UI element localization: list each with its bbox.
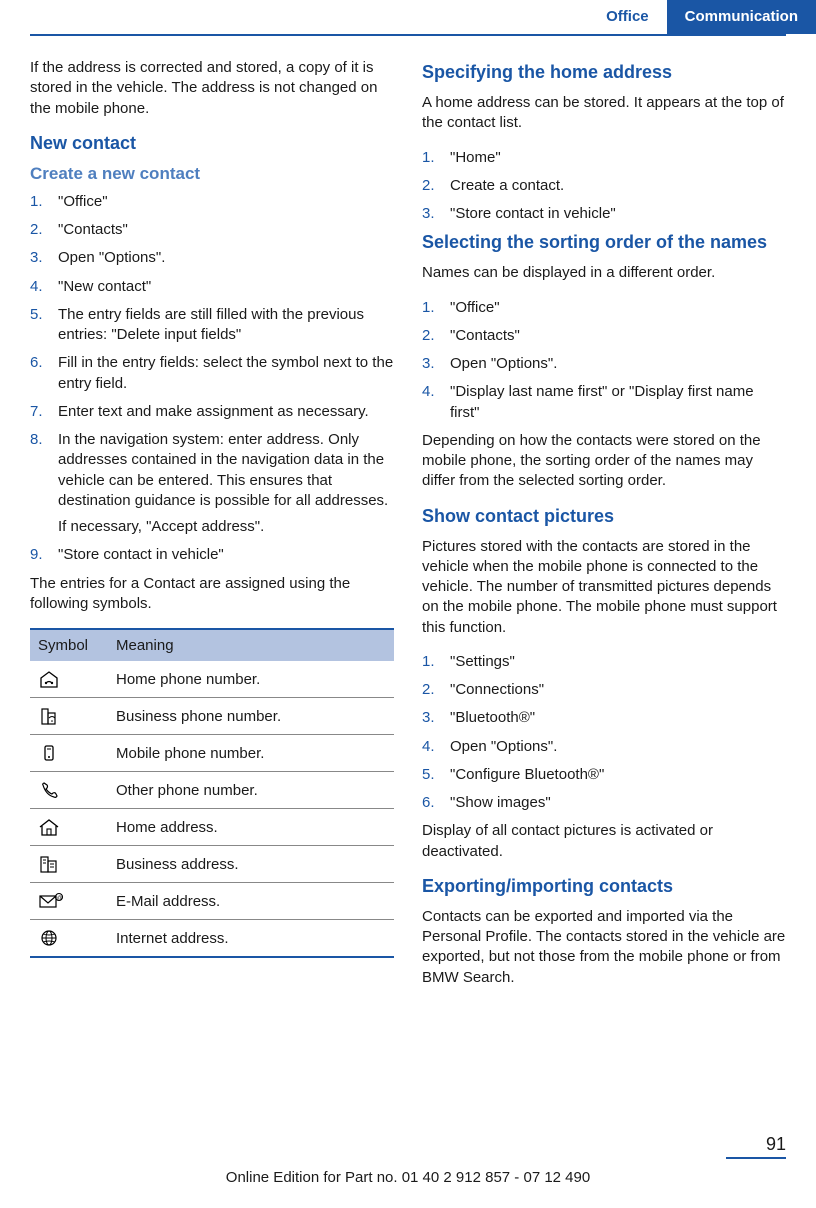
list-item: "Office" [30,192,394,212]
list-item: Enter text and make assignment as necess… [30,402,394,422]
cell-meaning: Home address. [108,809,394,846]
symbol-table: Symbol Meaning Home phone number. [30,628,394,958]
header-tabs: Office Communication [30,0,816,34]
th-symbol: Symbol [30,629,108,661]
list-item: Create a contact. [422,176,786,196]
table-row: Business address. [30,846,394,883]
sort-note: Depending on how the contacts were store… [422,431,786,492]
footer-rule [726,1157,786,1159]
steps-pictures: "Settings" "Connections" "Bluetooth®" Op… [422,652,786,814]
svg-text:@: @ [57,896,62,902]
list-item-sub: If necessary, "Accept address". [58,517,394,537]
cell-meaning: Mobile phone number. [108,735,394,772]
table-row: Home address. [30,809,394,846]
intro-paragraph: If the address is corrected and stored, … [30,58,394,119]
heading-new-contact: New contact [30,133,394,154]
list-item: "Bluetooth®" [422,708,786,728]
table-row: Business phone number. [30,698,394,735]
after-create-paragraph: The entries for a Contact are assigned u… [30,574,394,615]
steps-home: "Home" Create a contact. "Store contact … [422,148,786,225]
list-item: Fill in the entry fields: select the sym… [30,353,394,394]
heading-export-import: Exporting/importing contacts [422,876,786,897]
list-item: "Home" [422,148,786,168]
edition-line: Online Edition for Part no. 01 40 2 912 … [30,1165,786,1186]
table-row: Home phone number. [30,661,394,698]
cell-meaning: Other phone number. [108,772,394,809]
heading-create-new-contact: Create a new contact [30,164,394,184]
list-item: "Configure Bluetooth®" [422,765,786,785]
list-item-text: In the navigation system: enter address.… [58,431,388,509]
home-address-icon [38,818,100,836]
list-item: Open "Options". [422,737,786,757]
list-item: "Display last name first" or "Display fi… [422,382,786,423]
cell-meaning: Business address. [108,846,394,883]
steps-create-contact: "Office" "Contacts" Open "Options". "New… [30,192,394,566]
table-row: Mobile phone number. [30,735,394,772]
list-item: "Contacts" [30,220,394,240]
table-row: @ E-Mail address. [30,883,394,920]
list-item: "Contacts" [422,326,786,346]
list-item: "Connections" [422,680,786,700]
export-text: Contacts can be exported and imported vi… [422,907,786,988]
th-meaning: Meaning [108,629,394,661]
heading-show-pictures: Show contact pictures [422,506,786,527]
header-rule [30,34,786,36]
table-row: Other phone number. [30,772,394,809]
footer: 91 Online Edition for Part no. 01 40 2 9… [30,1130,786,1186]
list-item: Open "Options". [30,248,394,268]
list-item: "Show images" [422,793,786,813]
cell-meaning: Home phone number. [108,661,394,698]
cell-meaning: Internet address. [108,920,394,958]
list-item: The entry fields are still filled with t… [30,305,394,346]
heading-home-address: Specifying the home address [422,62,786,83]
internet-icon [38,929,100,947]
mobile-phone-icon [38,744,100,762]
pictures-intro: Pictures stored with the contacts are st… [422,537,786,638]
list-item: In the navigation system: enter address.… [30,430,394,537]
list-item: Open "Options". [422,354,786,374]
steps-sort: "Office" "Contacts" Open "Options". "Dis… [422,298,786,423]
sort-intro: Names can be displayed in a different or… [422,263,786,283]
business-phone-icon [38,707,100,725]
pictures-note: Display of all contact pictures is activ… [422,821,786,862]
email-icon: @ [38,892,100,910]
cell-meaning: Business phone number. [108,698,394,735]
tab-communication: Communication [667,0,816,34]
table-row: Internet address. [30,920,394,958]
heading-sort-order: Selecting the sorting order of the names [422,232,786,253]
cell-meaning: E-Mail address. [108,883,394,920]
list-item: "Office" [422,298,786,318]
list-item: "Store contact in vehicle" [30,545,394,565]
home-intro: A home address can be stored. It appears… [422,93,786,134]
list-item: "Settings" [422,652,786,672]
list-item: "Store contact in vehicle" [422,204,786,224]
other-phone-icon [38,781,100,799]
business-address-icon [38,855,100,873]
home-phone-icon [38,670,100,688]
left-column: If the address is corrected and stored, … [30,58,394,1002]
right-column: Specifying the home address A home addre… [422,58,786,1002]
page-number: 91 [30,1130,786,1157]
tab-office: Office [588,0,667,34]
list-item: "New contact" [30,277,394,297]
